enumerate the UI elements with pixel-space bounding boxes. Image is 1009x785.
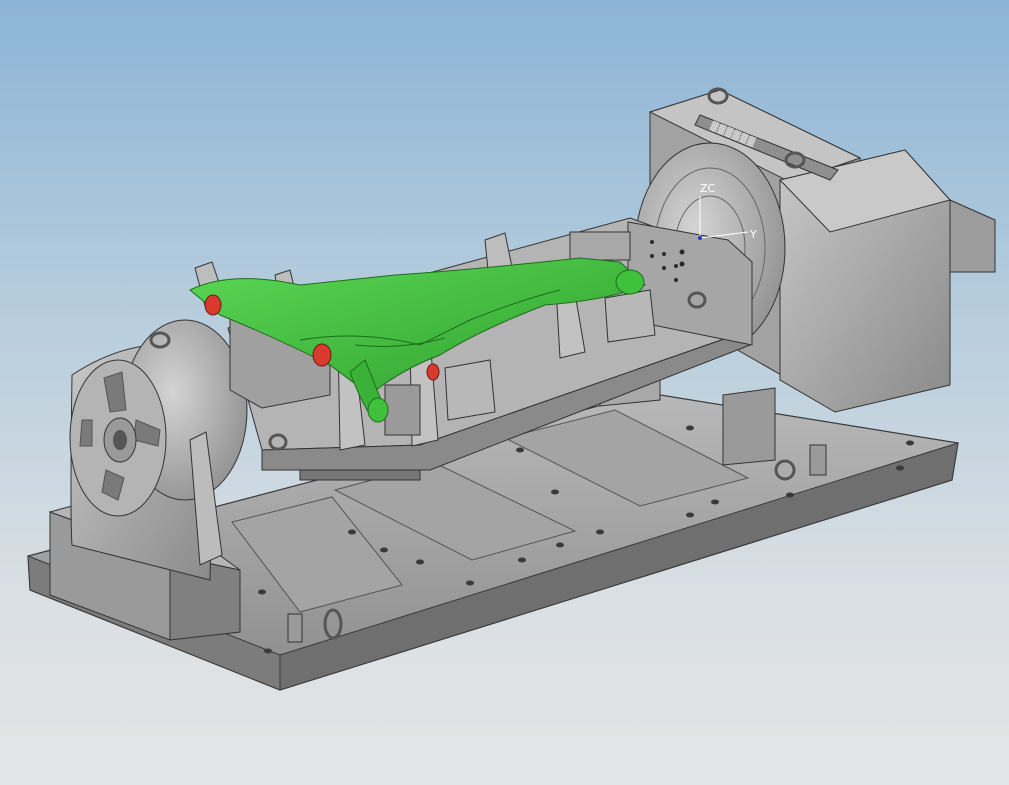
dowel-pin	[809, 444, 827, 476]
dowel-pin	[287, 613, 303, 643]
ball-joint-boss	[615, 269, 645, 295]
bushing-hole	[204, 294, 222, 316]
bushing-hole	[426, 363, 440, 381]
yc-axis-label: Y	[749, 228, 757, 241]
cad-model-scene[interactable]: ▓▓▓▓▓▓ ZC Y	[0, 0, 1009, 785]
zc-axis-label: ZC	[700, 182, 716, 195]
bushing-hole	[312, 343, 332, 367]
clamp-block	[444, 359, 496, 421]
graphics-viewport[interactable]: ▓▓▓▓▓▓ ZC Y	[0, 0, 1009, 785]
left-tailstock[interactable]	[48, 319, 248, 641]
ball-joint-boss	[367, 397, 389, 423]
cylinder-clamp	[384, 384, 421, 436]
clamp-block	[604, 289, 656, 343]
